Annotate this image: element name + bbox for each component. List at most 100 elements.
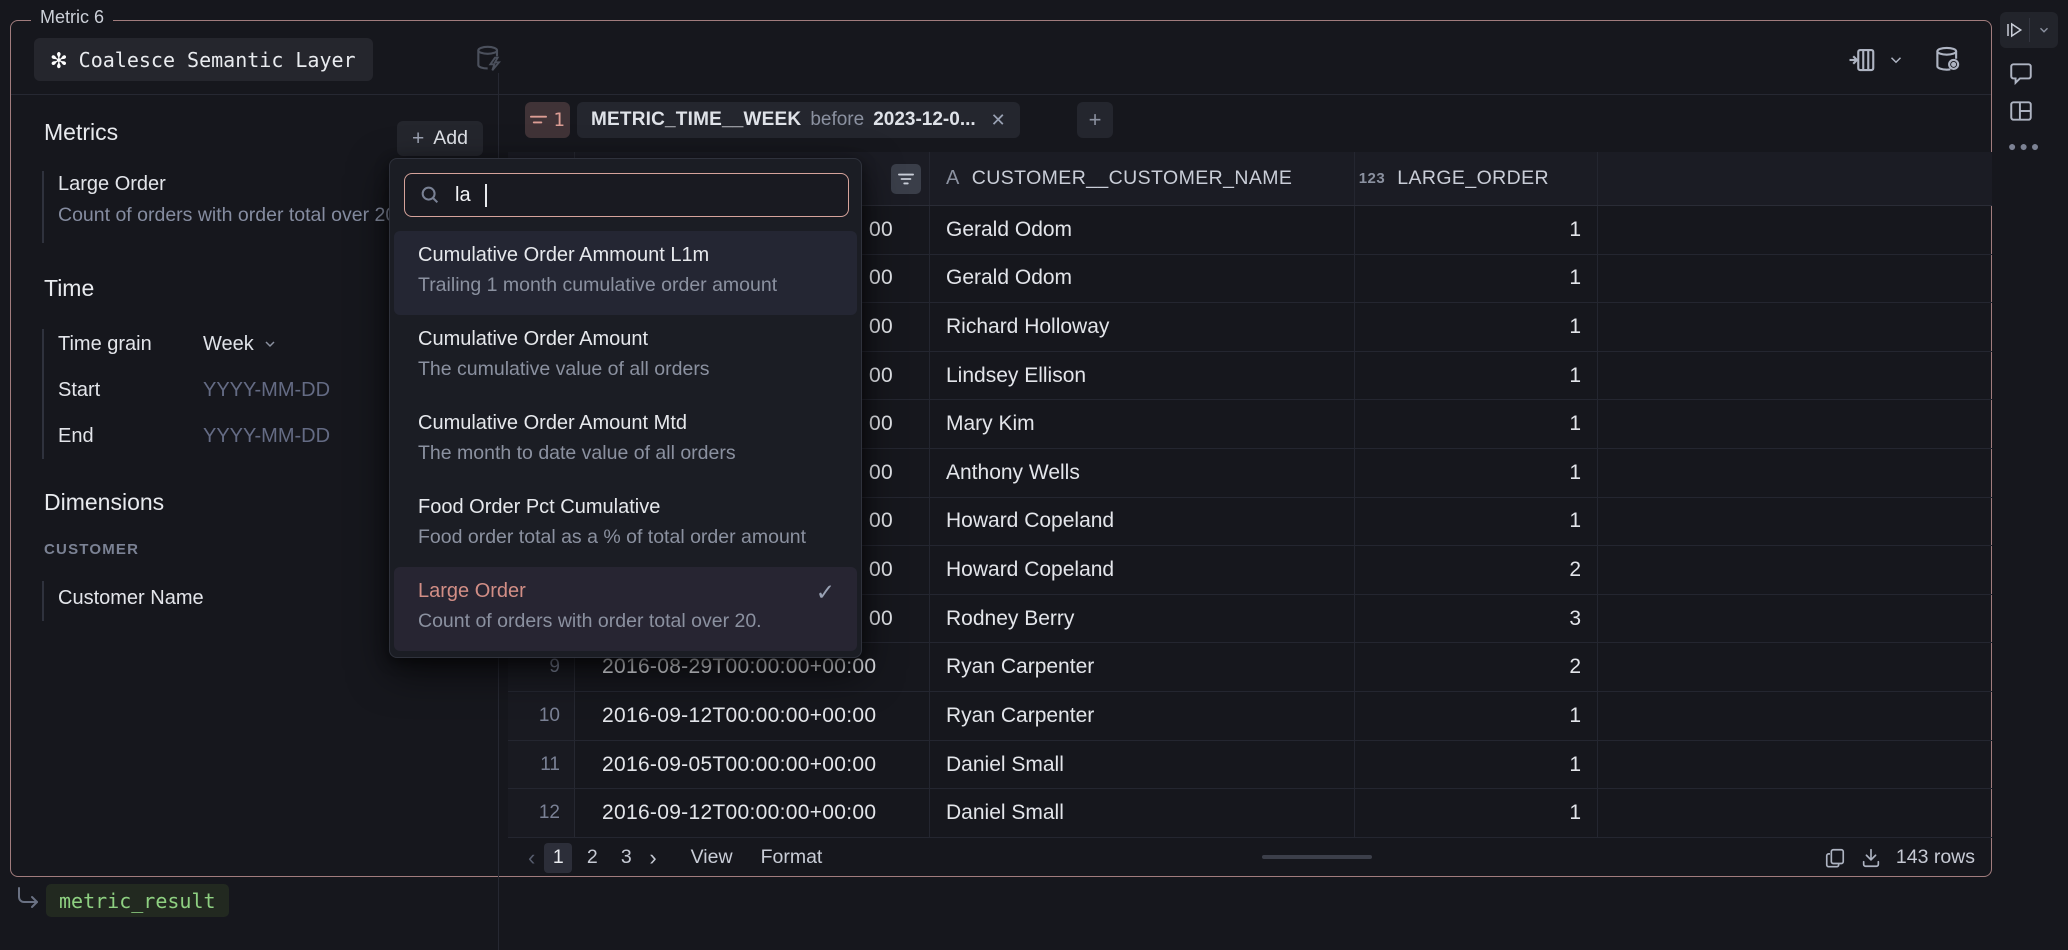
selected-metric-item[interactable]: Large Order Count of orders with order t…: [42, 171, 402, 243]
run-cell-button-group: [2000, 12, 2058, 48]
table-row[interactable]: 122016-09-12T00:00:00+00:00Daniel Small1: [508, 789, 1992, 838]
value-cell: 1: [1355, 741, 1598, 789]
name-cell: Lindsey Ellison: [930, 352, 1355, 400]
name-cell: Daniel Small: [930, 741, 1355, 789]
name-cell: Ryan Carpenter: [930, 643, 1355, 691]
metric-option-description: Food order total as a % of total order a…: [418, 526, 837, 549]
return-arrow-icon: [14, 884, 42, 912]
time-cell: 2016-09-12T00:00:00+00:00: [575, 692, 930, 740]
time-grain-label: Time grain: [58, 333, 203, 356]
table-row[interactable]: 112016-09-05T00:00:00+00:00Daniel Small1: [508, 741, 1992, 790]
metric-option[interactable]: Cumulative Order Amount Mtd The month to …: [394, 399, 857, 483]
layout-columns-icon[interactable]: [2008, 98, 2034, 124]
table-row[interactable]: 102016-09-12T00:00:00+00:00Ryan Carpente…: [508, 692, 1992, 741]
empty-cell: [1598, 400, 1992, 448]
page-button-3[interactable]: 3: [612, 843, 640, 873]
more-options-icon[interactable]: ●●●: [2008, 138, 2042, 154]
name-cell: Gerald Odom: [930, 255, 1355, 303]
name-cell: Richard Holloway: [930, 303, 1355, 351]
metric-option[interactable]: Cumulative Order Ammount L1m Trailing 1 m…: [394, 231, 857, 315]
metric-option-title: Food Order Pct Cumulative: [418, 496, 837, 519]
metric-description: Count of orders with order total over 20…: [58, 204, 402, 227]
result-variable-chip[interactable]: metric_result: [46, 884, 229, 917]
database-bolt-icon[interactable]: [473, 43, 505, 75]
value-cell: 1: [1355, 255, 1598, 303]
copy-table-icon[interactable]: [1824, 846, 1846, 870]
comment-icon[interactable]: [2008, 60, 2034, 86]
next-page-button[interactable]: ›: [643, 845, 662, 871]
empty-cell: [1598, 352, 1992, 400]
metric-option-description: The month to date value of all orders: [418, 442, 837, 465]
name-column-header[interactable]: A CUSTOMER__CUSTOMER_NAME: [930, 152, 1355, 205]
column-filter-button[interactable]: [891, 164, 921, 194]
value-cell: 1: [1355, 206, 1598, 254]
run-options-chevron[interactable]: [2030, 12, 2059, 48]
name-cell: Ryan Carpenter: [930, 692, 1355, 740]
start-label: Start: [58, 379, 203, 402]
value-cell: 2: [1355, 643, 1598, 691]
name-cell: Daniel Small: [930, 789, 1355, 837]
database-preview-icon[interactable]: [1933, 45, 1963, 75]
metric-option[interactable]: Food Order Pct Cumulative Food order tota…: [394, 483, 857, 567]
row-count: 143 rows: [1896, 846, 1975, 869]
value-cell: 1: [1355, 400, 1598, 448]
page-button-2[interactable]: 2: [578, 843, 606, 873]
empty-column-header: [1598, 152, 1992, 205]
metric-search-dropdown: la Cumulative Order Ammount L1m Trailing …: [389, 158, 862, 658]
filter-icon: [898, 172, 914, 186]
dimensions-heading: Dimensions: [44, 489, 164, 516]
start-date-input[interactable]: YYYY-MM-DD: [203, 379, 330, 402]
time-grain-select[interactable]: Week: [203, 333, 278, 356]
prev-page-button[interactable]: ‹: [522, 845, 541, 871]
send-to-table-icon[interactable]: [1847, 45, 1877, 75]
metric-option-title: Cumulative Order Amount Mtd: [418, 412, 837, 435]
value-column-header[interactable]: 123 LARGE_ORDER: [1355, 152, 1598, 205]
format-tab[interactable]: Format: [761, 846, 823, 869]
row-number-cell: 12: [508, 789, 575, 837]
metric-option-description: Trailing 1 month cumulative order amount: [418, 274, 837, 297]
occluded-date-fragment: 00: [869, 558, 893, 582]
value-cell: 3: [1355, 595, 1598, 643]
download-icon[interactable]: [1860, 846, 1882, 870]
metric-search-input[interactable]: la: [404, 173, 849, 217]
app-page: Metric 6 ✻ Coalesce Semantic Layer: [0, 0, 2068, 950]
add-metric-button[interactable]: + Add: [397, 121, 483, 156]
metric-name: Large Order: [58, 173, 402, 196]
metrics-heading: Metrics: [44, 119, 118, 146]
add-filter-button[interactable]: +: [1077, 102, 1113, 138]
plus-icon: +: [412, 127, 424, 151]
filter-count-badge[interactable]: 1: [525, 102, 570, 138]
row-number-cell: 11: [508, 741, 575, 789]
selected-dimension-item[interactable]: Customer Name: [42, 581, 204, 621]
run-cell-button[interactable]: [2000, 12, 2029, 48]
metric-option[interactable]: Cumulative Order AmountThe cumulative va…: [394, 315, 857, 399]
page-list: 123: [541, 843, 643, 873]
empty-cell: [1598, 498, 1992, 546]
table-footer: ‹ 123 › View Format 14: [508, 838, 1992, 877]
value-cell: 1: [1355, 303, 1598, 351]
empty-cell: [1598, 206, 1992, 254]
empty-cell: [1598, 546, 1992, 594]
semantic-layer-source-chip[interactable]: ✻ Coalesce Semantic Layer: [34, 38, 373, 81]
text-type-icon: A: [946, 167, 960, 190]
remove-filter-icon[interactable]: ✕: [991, 110, 1006, 131]
metric-option-title: Cumulative Order Ammount L1m: [418, 244, 837, 267]
chevron-down-icon: [262, 336, 278, 352]
view-tab[interactable]: View: [691, 846, 733, 869]
metric-option[interactable]: Large OrderCount of orders with order to…: [394, 567, 857, 651]
metric-option-list: Cumulative Order Ammount L1m Trailing 1 m…: [394, 231, 857, 651]
empty-cell: [1598, 692, 1992, 740]
time-heading: Time: [44, 275, 94, 302]
value-cell: 1: [1355, 352, 1598, 400]
name-cell: Anthony Wells: [930, 449, 1355, 497]
filter-chip[interactable]: METRIC_TIME__WEEK before 2023-12-0... ✕: [577, 102, 1020, 138]
empty-cell: [1598, 643, 1992, 691]
metric-option-title: Large Order: [418, 580, 837, 603]
end-date-input[interactable]: YYYY-MM-DD: [203, 425, 330, 448]
name-cell: Howard Copeland: [930, 546, 1355, 594]
empty-cell: [1598, 303, 1992, 351]
horizontal-scrollbar[interactable]: [1262, 855, 1372, 859]
coalesce-logo-icon: ✻: [51, 47, 67, 73]
page-button-1[interactable]: 1: [544, 843, 572, 873]
chevron-down-icon[interactable]: [1887, 51, 1905, 69]
